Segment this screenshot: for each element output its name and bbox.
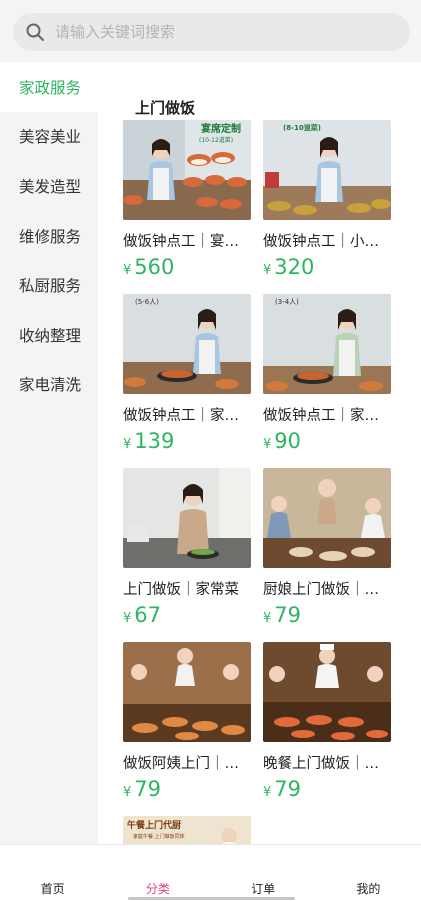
search-icon <box>26 23 44 41</box>
sidebar-item-repair[interactable]: 维修服务 <box>0 211 98 261</box>
product-image <box>263 642 391 742</box>
nav-orders[interactable]: 订单 <box>211 845 316 901</box>
image-caption: 午餐上门代厨 <box>127 819 181 831</box>
image-subcaption: 家庭午餐·上门做饭同体 <box>133 833 185 840</box>
product-card[interactable]: 晚餐上门做饭｜家宴 ¥79 <box>263 642 393 801</box>
home-indicator <box>128 897 295 900</box>
product-price: ¥139 <box>123 429 175 453</box>
product-card[interactable]: (8-10道菜) 做饭钟点工｜小份家常 ¥320 <box>263 120 393 279</box>
app-root: 家政服务 美容美业 美发造型 维修服务 私厨服务 收纳整理 家电清洗 上门做饭 <box>0 0 421 901</box>
image-caption: (8-10道菜) <box>283 123 321 132</box>
image-subcaption: (10-12道菜) <box>199 136 233 144</box>
product-title: 做饭阿姨上门｜家宴 <box>123 756 251 772</box>
product-card[interactable]: 上门做饭｜家常菜 ¥67 <box>123 468 253 627</box>
product-title: 做饭钟点工｜家常三四人 <box>263 408 391 424</box>
product-card[interactable]: 做饭阿姨上门｜家宴 ¥79 <box>123 642 253 801</box>
product-panel: 上门做饭 宴席定制 (10-12道菜) 做饭钟点工｜宴席 ¥ 560 (8-10… <box>108 72 408 844</box>
image-caption: (5-6人) <box>135 298 159 306</box>
image-caption: 宴席定制 <box>201 122 241 135</box>
bottom-nav: 首页 分类 订单 我的 <box>0 844 421 901</box>
product-title: 晚餐上门做饭｜家宴 <box>263 756 391 772</box>
product-image <box>123 642 251 742</box>
product-title: 做饭钟点工｜家常五六人 <box>123 408 251 424</box>
product-image: 宴席定制 (10-12道菜) <box>123 120 251 220</box>
product-image: (3-4人) <box>263 294 391 394</box>
sidebar-item-beauty[interactable]: 美容美业 <box>0 112 98 162</box>
product-card[interactable]: (3-4人) 做饭钟点工｜家常三四人 ¥90 <box>263 294 393 453</box>
section-title: 上门做饭 <box>135 99 196 117</box>
nav-category[interactable]: 分类 <box>105 845 210 901</box>
product-card[interactable]: 午餐上门代厨 家庭午餐·上门做饭同体 <box>123 816 253 844</box>
product-title: 做饭钟点工｜宴席定制 <box>123 234 251 250</box>
sidebar-item-appliance-cleaning[interactable]: 家电清洗 <box>0 360 98 410</box>
product-title: 做饭钟点工｜小份家常 <box>263 234 391 250</box>
image-caption: (3-4人) <box>275 298 299 306</box>
nav-profile[interactable]: 我的 <box>316 845 421 901</box>
product-image <box>123 468 251 568</box>
sidebar-item-hairstyling[interactable]: 美发造型 <box>0 161 98 211</box>
sidebar-item-private-chef[interactable]: 私厨服务 <box>0 260 98 310</box>
product-image: (8-10道菜) <box>263 120 391 220</box>
product-image: 午餐上门代厨 家庭午餐·上门做饭同体 <box>123 816 251 844</box>
product-title: 上门做饭｜家常菜 <box>123 582 239 598</box>
product-content[interactable]: 上门做饭 宴席定制 (10-12道菜) 做饭钟点工｜宴席 ¥ 560 (8-10… <box>98 62 421 844</box>
sidebar-item-organizing[interactable]: 收纳整理 <box>0 310 98 360</box>
nav-home[interactable]: 首页 <box>0 845 105 901</box>
product-price: ¥67 <box>123 603 162 627</box>
product-price: ¥320 <box>263 255 315 279</box>
product-card[interactable]: 宴席定制 (10-12道菜) 做饭钟点工｜宴席定制 ¥560 <box>123 120 253 279</box>
product-price: ¥79 <box>263 777 302 801</box>
product-price: ¥79 <box>123 777 162 801</box>
search-bar-area <box>0 0 421 62</box>
product-title: 厨娘上门做饭｜家宴 <box>263 582 391 598</box>
product-price: ¥79 <box>263 603 302 627</box>
product-image <box>263 468 391 568</box>
product-price: ¥90 <box>263 429 302 453</box>
product-image: (5-6人) <box>123 294 251 394</box>
category-sidebar: 家政服务 美容美业 美发造型 维修服务 私厨服务 收纳整理 家电清洗 <box>0 62 98 844</box>
sidebar-item-housekeeping[interactable]: 家政服务 <box>0 62 98 112</box>
search-box[interactable] <box>13 13 410 51</box>
product-card[interactable]: (5-6人) 做饭钟点工｜家常五六人 ¥139 <box>123 294 253 453</box>
product-card[interactable]: 厨娘上门做饭｜家宴 ¥79 <box>263 468 393 627</box>
search-input[interactable] <box>55 23 375 41</box>
product-price: ¥560 <box>123 255 175 279</box>
